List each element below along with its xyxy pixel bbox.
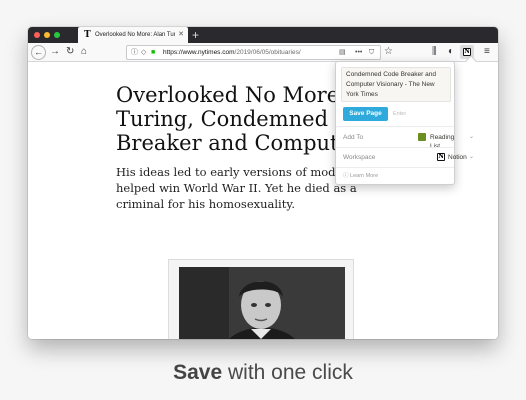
- close-window-button[interactable]: [34, 32, 40, 38]
- add-to-value: Reading List: [430, 134, 455, 150]
- save-page-button[interactable]: Save Page: [343, 107, 388, 121]
- nav-toolbar: ← → ↻ ⌂ ⓘ ◇ ■ https://www.nytimes.com/20…: [28, 43, 498, 62]
- notion-clipper-popup: Condemned Code Breaker and Computer Visi…: [335, 55, 477, 185]
- workspace-value: Notion: [448, 154, 467, 161]
- more-icon[interactable]: •••: [355, 48, 362, 58]
- tab-active[interactable]: T Overlooked No More: Alan Turing ✕: [78, 27, 188, 43]
- help-icon: ⓘ: [343, 173, 351, 179]
- divider: [336, 147, 454, 148]
- promo-caption: Save with one click: [0, 360, 526, 386]
- learn-more-link[interactable]: ⓘ Learn More: [343, 172, 378, 180]
- url-text[interactable]: https://www.nytimes.com/2019/06/05/obitu…: [163, 48, 333, 58]
- url-bar[interactable]: ⓘ ◇ ■ https://www.nytimes.com/2019/06/05…: [126, 45, 381, 60]
- back-icon[interactable]: ←: [31, 45, 46, 60]
- caption-rest: with one click: [222, 361, 353, 384]
- zoom-window-button[interactable]: [54, 32, 60, 38]
- reader-view-icon[interactable]: ▤: [339, 48, 346, 58]
- divider: [336, 126, 454, 127]
- divider: [336, 167, 454, 168]
- extension-icon[interactable]: ◐: [448, 46, 454, 58]
- article-photo-frame: [168, 259, 354, 339]
- lock-icon[interactable]: ■: [151, 48, 155, 58]
- enter-shortcut-hint: Enter: [393, 111, 407, 117]
- close-tab-icon[interactable]: ✕: [178, 30, 184, 40]
- menu-icon[interactable]: ≡: [484, 46, 490, 58]
- reading-list-icon: [418, 133, 426, 141]
- add-to-label: Add To: [343, 134, 364, 141]
- library-icon[interactable]: ⫼: [432, 46, 437, 58]
- pocket-icon[interactable]: ⛉: [369, 48, 374, 58]
- tab-title: Overlooked No More: Alan Turing: [95, 32, 175, 38]
- caption-bold: Save: [173, 361, 223, 384]
- nytimes-favicon-icon: T: [84, 30, 91, 40]
- chevron-down-icon: ⌄: [469, 154, 475, 160]
- portrait-illustration: [179, 267, 345, 339]
- forward-icon[interactable]: →: [50, 46, 60, 58]
- reload-icon[interactable]: ↻: [66, 46, 74, 58]
- chevron-down-icon: ⌄: [469, 134, 475, 140]
- bookmark-star-icon[interactable]: ☆: [384, 46, 393, 58]
- minimize-window-button[interactable]: [44, 32, 50, 38]
- notion-logo-icon: N: [437, 153, 445, 161]
- tracking-protection-icon[interactable]: ◇: [141, 48, 146, 58]
- home-icon[interactable]: ⌂: [81, 46, 87, 58]
- workspace-label: Workspace: [343, 154, 376, 161]
- info-icon[interactable]: ⓘ: [131, 48, 138, 58]
- page-title-field[interactable]: Condemned Code Breaker and Computer Visi…: [341, 67, 451, 102]
- alan-turing-photo: [179, 267, 345, 339]
- tab-strip: T Overlooked No More: Alan Turing ✕ +: [28, 27, 498, 43]
- new-tab-button[interactable]: +: [192, 28, 199, 42]
